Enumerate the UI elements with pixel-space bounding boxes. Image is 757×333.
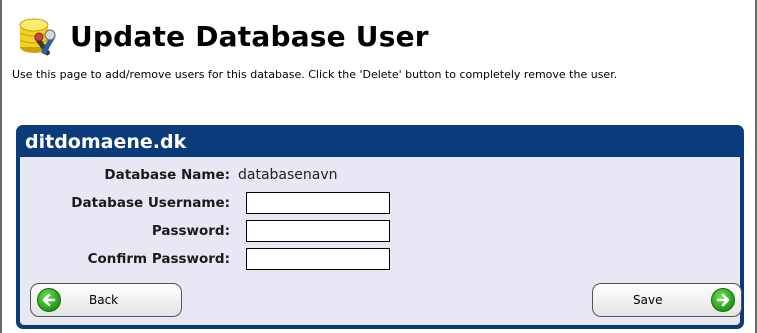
back-button-label: Back bbox=[89, 293, 119, 307]
username-field[interactable] bbox=[246, 192, 390, 214]
arrow-right-icon bbox=[711, 288, 735, 312]
page-title: Update Database User bbox=[70, 19, 429, 53]
database-name-row: Database Name: databasenavn bbox=[20, 163, 338, 187]
database-name-value: databasenavn bbox=[238, 167, 338, 183]
confirm-password-label: Confirm Password: bbox=[87, 251, 230, 267]
username-label: Database Username: bbox=[71, 195, 230, 211]
page-header: Update Database User bbox=[16, 12, 429, 60]
password-field[interactable] bbox=[246, 220, 390, 242]
panel-title: ditdomaene.dk bbox=[25, 131, 187, 153]
database-name-label: Database Name: bbox=[104, 167, 230, 183]
confirm-password-row: Confirm Password: bbox=[20, 247, 390, 271]
page: Update Database User Use this page to ad… bbox=[0, 0, 757, 333]
arrow-left-icon bbox=[37, 288, 61, 312]
page-description: Use this page to add/remove users for th… bbox=[12, 68, 618, 81]
username-row: Database Username: bbox=[20, 191, 390, 215]
panel-body: Database Name: databasenavn Database Use… bbox=[20, 157, 742, 325]
password-row: Password: bbox=[20, 219, 390, 243]
database-user-panel: ditdomaene.dk Database Name: databasenav… bbox=[16, 125, 744, 329]
database-user-icon bbox=[16, 13, 62, 59]
back-button[interactable]: Back bbox=[30, 283, 182, 317]
save-button-label: Save bbox=[633, 293, 663, 307]
confirm-password-field[interactable] bbox=[246, 248, 390, 270]
password-label: Password: bbox=[151, 223, 230, 239]
save-button[interactable]: Save bbox=[592, 283, 742, 317]
